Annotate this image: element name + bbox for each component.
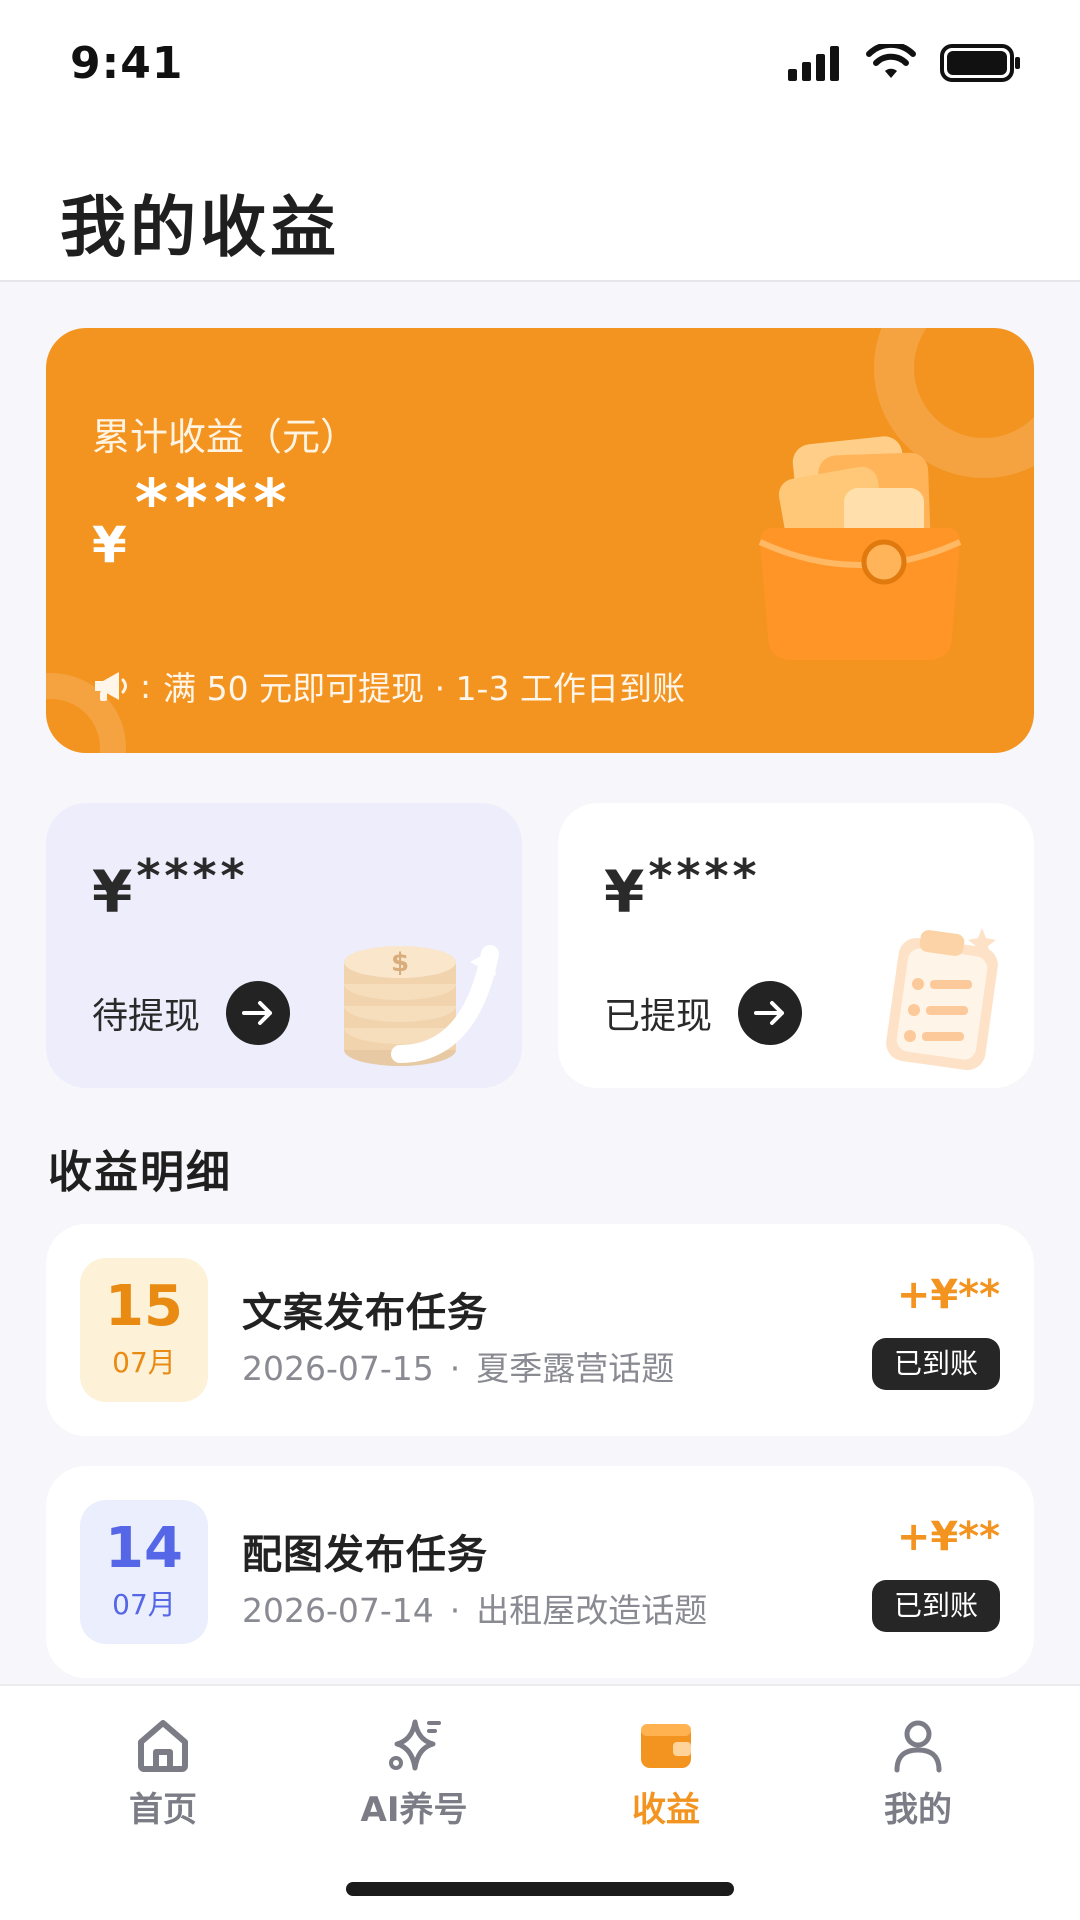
user-icon: [894, 1720, 942, 1773]
wallet-icon: [641, 1724, 691, 1768]
separator-dot: ·: [449, 1591, 461, 1630]
nav-label: 首页: [129, 1790, 197, 1830]
arrow-right-icon: [242, 1001, 273, 1025]
withdrawn-amount: ¥ ****: [604, 853, 761, 921]
currency-symbol: ¥: [604, 858, 645, 926]
nav-profile[interactable]: 我的: [828, 1716, 1008, 1831]
section-title: 收益明细: [48, 1147, 232, 1198]
pending-amount: ¥ ****: [92, 853, 249, 921]
date-day: 14: [105, 1516, 183, 1581]
withdrawn-arrow-button[interactable]: [738, 981, 803, 1045]
date-day: 15: [105, 1274, 183, 1339]
total-earnings-label: 累计收益（元）: [92, 415, 359, 459]
total-earnings-card: 累计收益（元） ¥ **** : 满 50 元即可提现 · 1-3 工作日到账: [46, 328, 1034, 753]
date-month: 07月: [112, 1588, 176, 1621]
date-month: 07月: [112, 1346, 176, 1379]
notice-prefix: :: [140, 666, 152, 706]
record-topic: 出租屋改造话题: [476, 1591, 708, 1630]
record-subtitle: 2026-07-14 · 出租屋改造话题: [242, 1584, 707, 1632]
clipboard-illustration-icon: [886, 928, 998, 1071]
nav-home[interactable]: 首页: [73, 1716, 253, 1831]
status-badge: 已到账: [871, 1338, 1000, 1390]
wifi-icon: [866, 44, 916, 78]
withdrawn-card[interactable]: ¥ **** 已提现: [558, 803, 1034, 1088]
arrow-right-icon: [754, 1001, 785, 1025]
masked-amount: ****: [648, 849, 761, 903]
record-date: 2026-07-14: [242, 1591, 434, 1630]
date-badge: 15 07月: [80, 1258, 208, 1402]
battery-icon: [940, 44, 1020, 82]
total-earnings-amount: ¥ ****: [92, 472, 293, 576]
withdraw-notice: : 满 50 元即可提现 · 1-3 工作日到账: [92, 662, 685, 710]
home-indicator: [346, 1882, 734, 1896]
notice-text: 满 50 元即可提现 · 1-3 工作日到账: [163, 669, 685, 708]
megaphone-icon: [95, 672, 127, 701]
nav-earnings[interactable]: 收益: [576, 1716, 756, 1831]
nav-label: 收益: [632, 1790, 700, 1830]
status-bar: 9:41: [0, 0, 1080, 128]
home-icon: [138, 1720, 188, 1772]
pending-withdraw-card[interactable]: ¥ **** 待提现 $: [46, 803, 522, 1088]
nav-label: AI养号: [360, 1790, 468, 1830]
earning-record[interactable]: 15 07月 文案发布任务 2026-07-15 · 夏季露营话题 +¥** 已到账: [46, 1224, 1034, 1436]
masked-amount: ****: [134, 467, 293, 541]
record-subtitle: 2026-07-15 · 夏季露营话题: [242, 1342, 674, 1390]
record-title: 文案发布任务: [242, 1290, 488, 1336]
record-date: 2026-07-15: [242, 1349, 434, 1388]
currency-symbol: ¥: [92, 858, 133, 926]
coins-illustration-icon: $: [344, 945, 499, 1066]
pending-label: 待提现: [92, 996, 201, 1037]
record-amount: +¥**: [896, 1272, 1000, 1318]
page-header: 我的收益: [0, 128, 1080, 282]
nav-label: 我的: [884, 1790, 952, 1830]
earning-record[interactable]: 14 07月 配图发布任务 2026-07-14 · 出租屋改造话题 +¥** 已到…: [46, 1466, 1034, 1678]
page-title: 我的收益: [60, 189, 340, 266]
status-time: 9:41: [70, 38, 184, 89]
separator-dot: ·: [449, 1349, 461, 1388]
masked-amount: ****: [136, 849, 249, 903]
record-topic: 夏季露营话题: [476, 1349, 675, 1388]
sparkle-icon: [389, 1719, 441, 1771]
wallet-illustration-icon: [758, 436, 962, 660]
record-amount: +¥**: [896, 1514, 1000, 1560]
withdrawn-label: 已提现: [604, 996, 713, 1037]
status-icons: [786, 44, 1022, 82]
nav-ai[interactable]: AI养号: [324, 1716, 504, 1831]
pending-row: 待提现: [92, 981, 291, 1045]
status-badge: 已到账: [871, 1580, 1000, 1632]
signal-icon: [788, 46, 839, 81]
currency-symbol: ¥: [92, 516, 127, 574]
pending-arrow-button[interactable]: [226, 981, 291, 1045]
date-badge: 14 07月: [80, 1500, 208, 1644]
svg-text:$: $: [391, 948, 409, 978]
record-title: 配图发布任务: [242, 1532, 488, 1578]
withdrawn-row: 已提现: [604, 981, 803, 1045]
